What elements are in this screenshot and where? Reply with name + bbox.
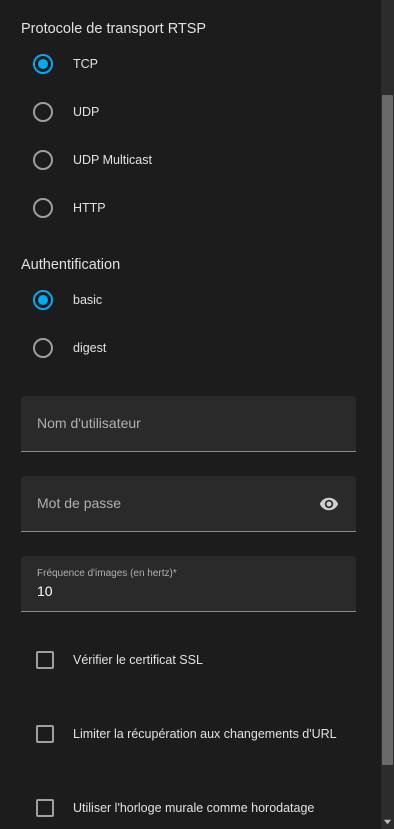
wall-clock-checkbox[interactable] <box>36 799 54 817</box>
password-placeholder: Mot de passe <box>37 495 122 511</box>
username-placeholder: Nom d'utilisateur <box>37 415 141 431</box>
radio-button-basic[interactable] <box>33 290 53 310</box>
radio-option-udp[interactable]: UDP <box>33 100 99 124</box>
radio-label-basic: basic <box>73 293 103 307</box>
radio-label-tcp: TCP <box>73 57 98 71</box>
password-field[interactable]: Mot de passe <box>21 476 356 532</box>
radio-button-tcp[interactable] <box>33 54 53 74</box>
username-field[interactable]: Nom d'utilisateur <box>21 396 356 452</box>
radio-button-digest[interactable] <box>33 338 53 358</box>
radio-option-basic[interactable]: basic <box>33 288 102 312</box>
radio-option-http[interactable]: HTTP <box>33 196 106 220</box>
eye-icon[interactable] <box>319 494 339 514</box>
limit-refetch-option[interactable]: Limiter la récupération aux changements … <box>36 725 337 743</box>
radio-option-digest[interactable]: digest <box>33 336 106 360</box>
radio-label-digest: digest <box>73 341 107 355</box>
scrollbar-thumb[interactable] <box>382 95 393 765</box>
radio-button-udp-multicast[interactable] <box>33 150 53 170</box>
verify-ssl-checkbox[interactable] <box>36 651 54 669</box>
radio-label-udp: UDP <box>73 105 100 119</box>
radio-option-udp-multicast[interactable]: UDP Multicast <box>33 148 152 172</box>
framerate-label: Fréquence d'images (en hertz)* <box>37 568 177 579</box>
radio-label-udp-multicast: UDP Multicast <box>73 153 152 167</box>
camera-options-dialog: Protocole de transport RTSP TCP UDP UDP … <box>0 0 394 829</box>
radio-option-tcp[interactable]: TCP <box>33 52 98 76</box>
scroll-down-arrow-icon[interactable] <box>383 813 392 825</box>
limit-refetch-label: Limiter la récupération aux changements … <box>73 727 337 741</box>
framerate-field[interactable]: Fréquence d'images (en hertz)* 10 <box>21 556 356 612</box>
wall-clock-option[interactable]: Utiliser l'horloge murale comme horodata… <box>36 799 314 817</box>
verify-ssl-label: Vérifier le certificat SSL <box>73 653 203 667</box>
limit-refetch-checkbox[interactable] <box>36 725 54 743</box>
authentication-title: Authentification <box>21 257 121 273</box>
radio-button-udp[interactable] <box>33 102 53 122</box>
verify-ssl-option[interactable]: Vérifier le certificat SSL <box>36 651 203 669</box>
wall-clock-label: Utiliser l'horloge murale comme horodata… <box>73 801 315 815</box>
radio-button-http[interactable] <box>33 198 53 218</box>
rtsp-transport-title: Protocole de transport RTSP <box>21 21 207 37</box>
framerate-value: 10 <box>37 583 53 599</box>
radio-label-http: HTTP <box>73 201 106 215</box>
